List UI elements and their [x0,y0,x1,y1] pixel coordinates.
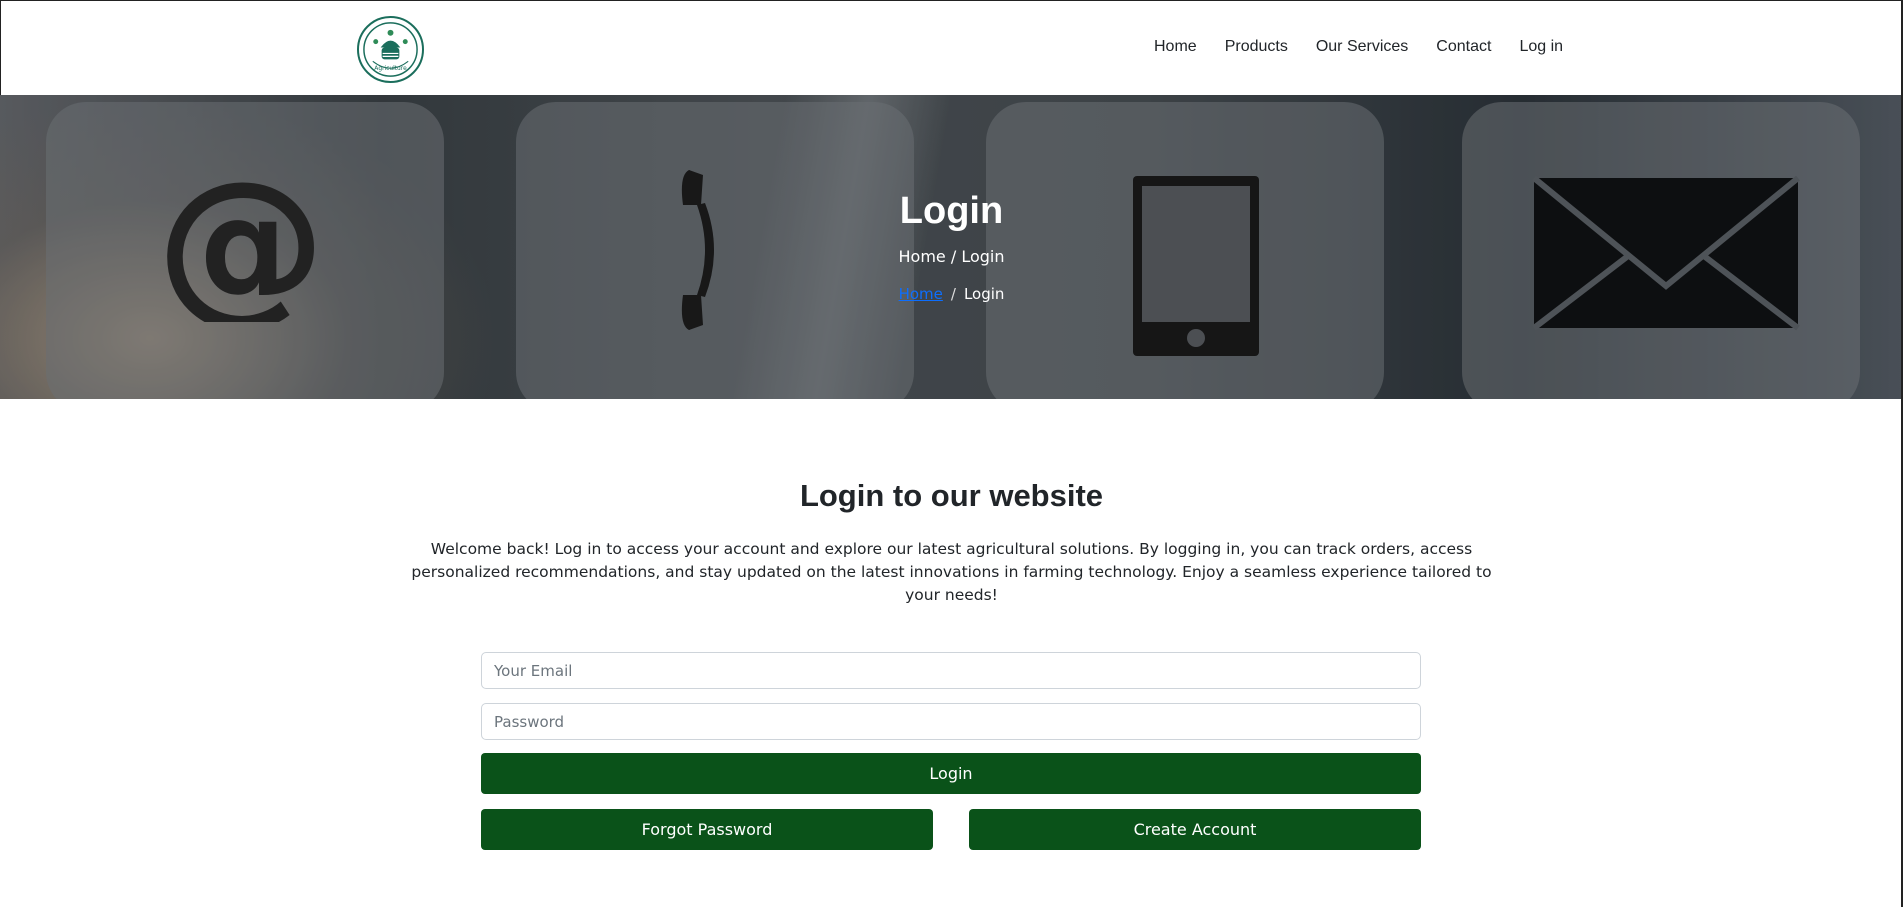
breadcrumb-separator: / [950,285,956,303]
forgot-password-button[interactable]: Forgot Password [481,809,933,850]
email-field[interactable] [481,652,1421,689]
password-field[interactable] [481,703,1421,740]
breadcrumb: Home / Login [0,285,1903,303]
nav-log-in-link[interactable]: Log in [1519,38,1563,56]
login-button[interactable]: Login [481,753,1421,794]
breadcrumb-current: Login [963,285,1005,303]
create-account-button[interactable]: Create Account [969,809,1421,850]
site-header: Agriculture Home Products Our Services C… [0,0,1903,95]
nav-contact-link[interactable]: Contact [1436,38,1491,56]
logo-text: Agriculture [374,66,407,72]
login-heading: Login to our website [799,478,1104,513]
logo-emblem-icon: Agriculture [363,22,418,77]
nav-our-services-link[interactable]: Our Services [1316,38,1408,56]
hero-title: Login [899,190,1004,232]
hero-subtitle: Home / Login [898,247,1005,266]
login-description: Welcome back! Log in to access your acco… [411,540,1492,604]
nav-home-link[interactable]: Home [1154,38,1197,56]
breadcrumb-home-link[interactable]: Home [899,285,943,303]
agriculture-logo[interactable]: Agriculture [357,16,424,83]
nav-products-link[interactable]: Products [1225,38,1288,56]
hero-banner: @ Login Home / Login Home/Login [0,95,1903,399]
main-navigation: Home Products Our Services Contact Log i… [1154,38,1563,56]
